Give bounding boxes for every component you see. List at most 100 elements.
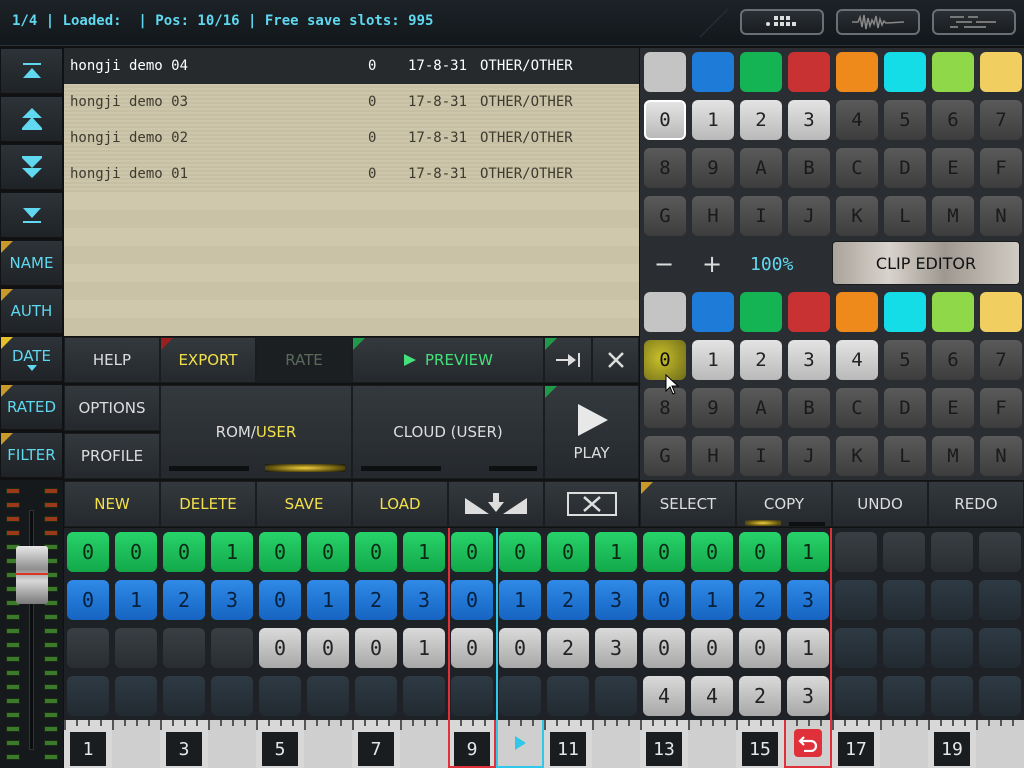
- color-swatch[interactable]: [644, 52, 686, 92]
- sequencer-cell[interactable]: 0: [643, 628, 685, 668]
- color-swatch[interactable]: [932, 292, 974, 332]
- keypad-key[interactable]: I: [740, 436, 782, 476]
- sequencer-cell-empty[interactable]: [931, 532, 973, 572]
- keypad-key[interactable]: J: [788, 436, 830, 476]
- sequencer-cell[interactable]: 0: [259, 628, 301, 668]
- skip-to-end-button[interactable]: [544, 337, 592, 383]
- keypad-key[interactable]: 2: [740, 100, 782, 140]
- keypad-key[interactable]: 4: [836, 100, 878, 140]
- keypad-key[interactable]: 4: [836, 340, 878, 380]
- keypad-key[interactable]: E: [932, 148, 974, 188]
- keypad-key[interactable]: 6: [932, 340, 974, 380]
- ruler-number[interactable]: 7: [358, 732, 394, 766]
- keypad-key[interactable]: 1: [692, 100, 734, 140]
- select-button[interactable]: SELECT: [640, 481, 736, 527]
- ruler-number[interactable]: 17: [838, 732, 874, 766]
- clear-button[interactable]: [544, 481, 639, 527]
- sequencer-cell-empty[interactable]: [979, 532, 1021, 572]
- keypad-key[interactable]: L: [884, 196, 926, 236]
- keypad-key[interactable]: D: [884, 388, 926, 428]
- ruler-number[interactable]: 3: [166, 732, 202, 766]
- color-swatch[interactable]: [740, 292, 782, 332]
- list-item[interactable]: hongji demo 02 0 17-8-31 OTHER/OTHER: [64, 120, 639, 156]
- sequencer-cell-empty[interactable]: [883, 580, 925, 620]
- piano-roll-button[interactable]: [932, 9, 1016, 35]
- keypad-key[interactable]: L: [884, 436, 926, 476]
- sequencer-cell[interactable]: 2: [163, 580, 205, 620]
- color-swatch[interactable]: [644, 292, 686, 332]
- scroll-top-button[interactable]: [0, 48, 63, 94]
- sort-date-button[interactable]: DATE: [0, 336, 63, 382]
- keypad-key[interactable]: 2: [740, 340, 782, 380]
- keypad-key[interactable]: A: [740, 388, 782, 428]
- sequencer-cell-empty[interactable]: [931, 628, 973, 668]
- sequencer-cell-empty[interactable]: [931, 676, 973, 716]
- keypad-key[interactable]: 9: [692, 148, 734, 188]
- sequencer-cell[interactable]: 1: [499, 580, 541, 620]
- ruler-number[interactable]: 5: [262, 732, 298, 766]
- waveform-button[interactable]: [836, 9, 920, 35]
- sequencer-cell[interactable]: 0: [163, 532, 205, 572]
- keypad-key[interactable]: K: [836, 196, 878, 236]
- sort-rated-button[interactable]: RATED: [0, 384, 63, 430]
- sequencer-cell[interactable]: 0: [259, 532, 301, 572]
- options-button[interactable]: OPTIONS: [64, 385, 160, 431]
- sequencer-cell[interactable]: 4: [691, 676, 733, 716]
- keypad-key[interactable]: 0: [644, 100, 686, 140]
- sequencer-cell[interactable]: [211, 676, 253, 716]
- rate-button[interactable]: RATE: [256, 337, 352, 383]
- keypad-key[interactable]: J: [788, 196, 830, 236]
- keypad-key[interactable]: F: [980, 388, 1022, 428]
- sequencer-cell-empty[interactable]: [835, 628, 877, 668]
- keypad-key[interactable]: F: [980, 148, 1022, 188]
- sequencer-cell[interactable]: 1: [691, 580, 733, 620]
- keypad-key[interactable]: 9: [692, 388, 734, 428]
- file-list[interactable]: hongji demo 04 0 17-8-31 OTHER/OTHER hon…: [64, 48, 639, 336]
- rom-user-button[interactable]: ROM/USER: [160, 385, 352, 479]
- sequencer-cell[interactable]: 0: [691, 532, 733, 572]
- sequencer-cell[interactable]: [403, 676, 445, 716]
- color-swatch[interactable]: [836, 292, 878, 332]
- sequencer-cell-empty[interactable]: [883, 628, 925, 668]
- sequencer-cell[interactable]: 0: [115, 532, 157, 572]
- sequencer-cell[interactable]: 0: [355, 532, 397, 572]
- color-swatch[interactable]: [692, 292, 734, 332]
- sequencer-cell-empty[interactable]: [883, 676, 925, 716]
- sequencer-cell[interactable]: 0: [67, 532, 109, 572]
- sort-auth-button[interactable]: AUTH: [0, 288, 63, 334]
- keypad-key[interactable]: E: [932, 388, 974, 428]
- playhead-box[interactable]: [496, 720, 544, 768]
- sequencer-cell[interactable]: 2: [355, 580, 397, 620]
- keypad-key[interactable]: K: [836, 436, 878, 476]
- sequencer-cell[interactable]: [307, 676, 349, 716]
- sequencer-cell[interactable]: 1: [595, 532, 637, 572]
- keypad-key[interactable]: 7: [980, 340, 1022, 380]
- zoom-out-button[interactable]: −: [644, 244, 684, 284]
- sequencer-cell[interactable]: 3: [787, 676, 829, 716]
- sequencer-cell[interactable]: 0: [307, 628, 349, 668]
- keypad-key[interactable]: M: [932, 436, 974, 476]
- scroll-bottom-button[interactable]: [0, 192, 63, 238]
- sequencer-cell[interactable]: 2: [547, 628, 589, 668]
- color-swatch[interactable]: [884, 52, 926, 92]
- sequencer-cell[interactable]: [259, 676, 301, 716]
- sequencer-cell[interactable]: 0: [691, 628, 733, 668]
- sequencer-cell[interactable]: 0: [355, 628, 397, 668]
- insert-button[interactable]: [448, 481, 544, 527]
- sequencer-cell[interactable]: [163, 628, 205, 668]
- filter-button[interactable]: FILTER: [0, 432, 63, 478]
- keypad-key[interactable]: A: [740, 148, 782, 188]
- cloud-button[interactable]: CLOUD (USER): [352, 385, 544, 479]
- sequencer-cell[interactable]: 2: [547, 580, 589, 620]
- sequencer-cell[interactable]: [115, 628, 157, 668]
- keypad-key[interactable]: 5: [884, 100, 926, 140]
- color-swatch[interactable]: [836, 52, 878, 92]
- sequencer-cell[interactable]: 1: [403, 628, 445, 668]
- sequencer-cell-empty[interactable]: [883, 532, 925, 572]
- sequencer-cell[interactable]: 1: [211, 532, 253, 572]
- color-swatch[interactable]: [788, 292, 830, 332]
- sequencer-cell[interactable]: 1: [307, 580, 349, 620]
- sequencer-cell[interactable]: [499, 676, 541, 716]
- delete-button[interactable]: DELETE: [160, 481, 256, 527]
- fader-handle[interactable]: [16, 546, 48, 604]
